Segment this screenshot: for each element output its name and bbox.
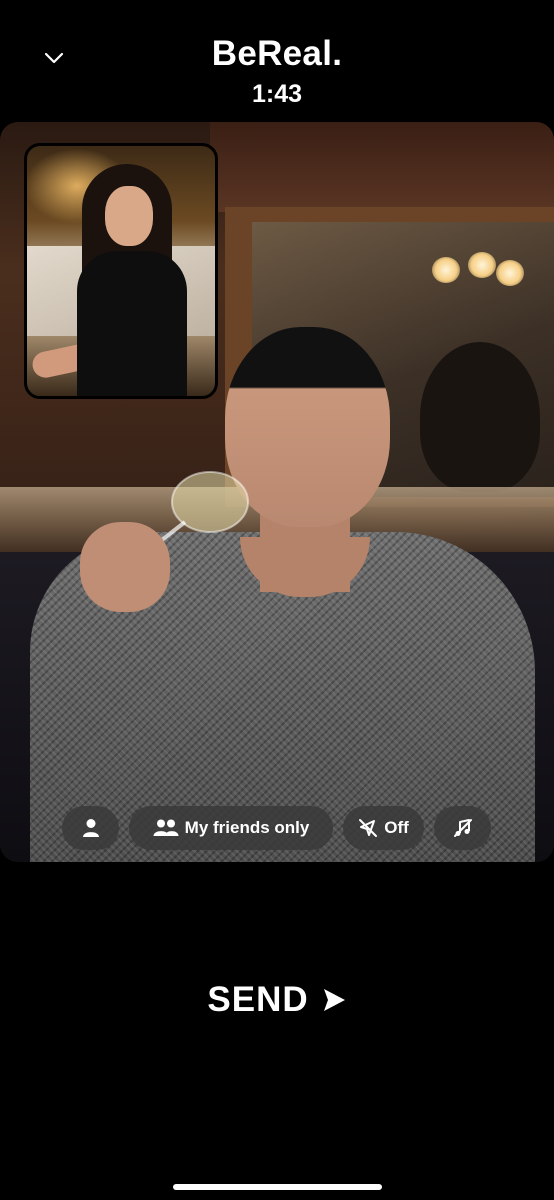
friends-only-button[interactable]: My friends only (129, 806, 333, 850)
home-indicator[interactable] (173, 1184, 382, 1190)
location-button[interactable]: Off (343, 806, 424, 850)
back-shelf (210, 122, 554, 212)
friends-only-label: My friends only (184, 818, 310, 837)
send-arrow-icon (323, 989, 345, 1011)
inset-face (105, 186, 153, 246)
app-title: BeReal. (211, 34, 343, 73)
send-label: SEND (207, 980, 309, 1019)
send-button[interactable]: SEND (0, 980, 554, 1020)
music-button[interactable] (434, 806, 491, 850)
music-off-icon (453, 819, 472, 837)
mirror-reflection (420, 342, 540, 492)
audience-button[interactable] (62, 806, 119, 850)
location-label: Off (384, 818, 409, 837)
front-camera-inset[interactable] (24, 143, 218, 399)
people-icon (153, 819, 179, 836)
lamp (468, 252, 496, 278)
lamp (432, 257, 460, 283)
person-icon (82, 819, 99, 837)
location-off-icon (359, 819, 378, 837)
inset-dress (77, 251, 187, 396)
countdown-timer: 1:43 (251, 80, 303, 108)
lamp (496, 260, 524, 286)
hand (80, 522, 170, 612)
header: BeReal. 1:43 (0, 0, 554, 120)
